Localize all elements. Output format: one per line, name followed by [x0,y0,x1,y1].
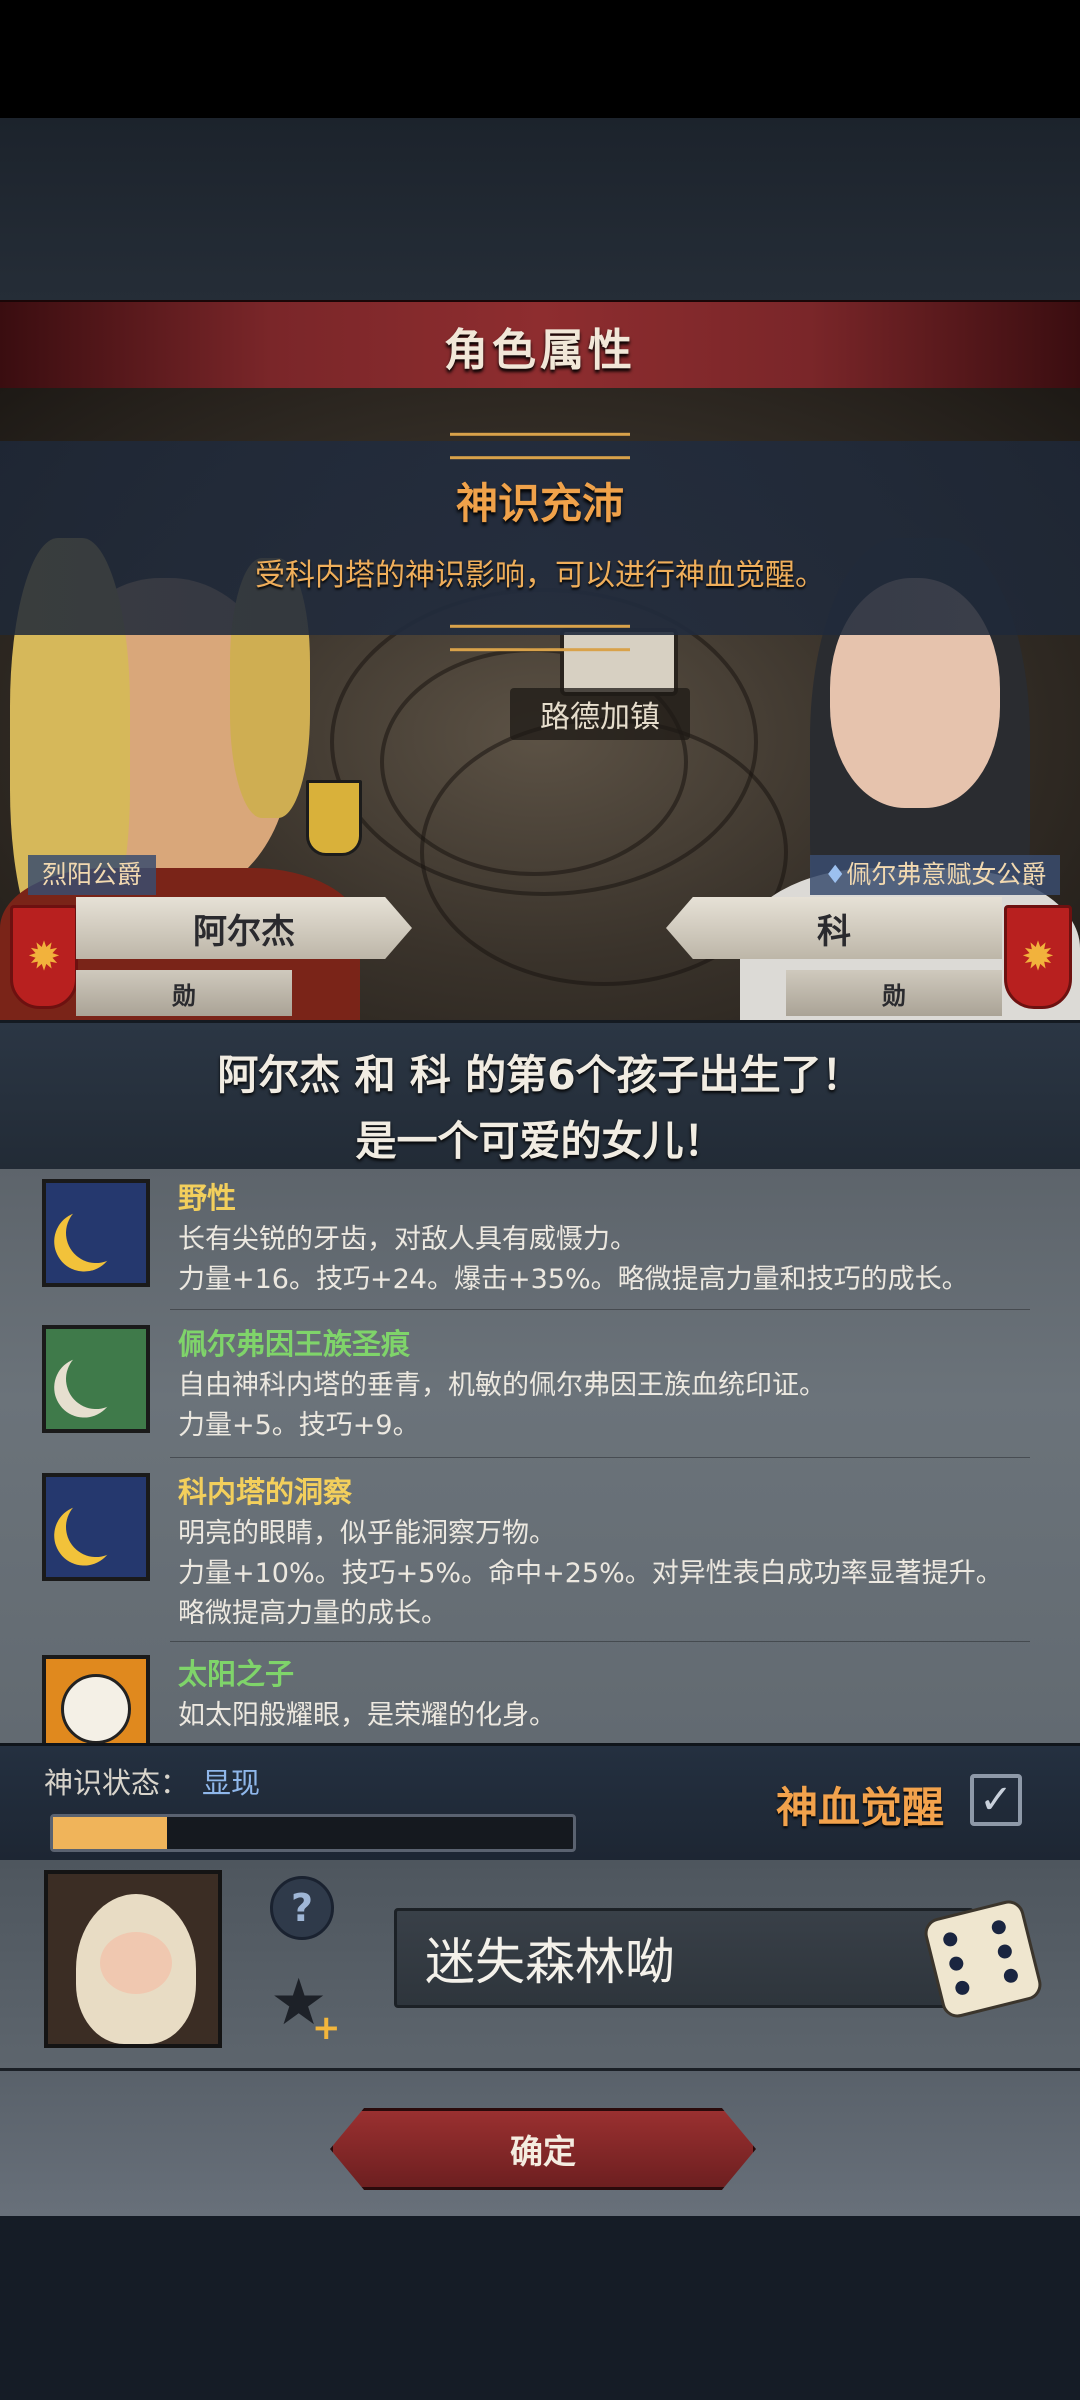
announce-line-2: 是一个可爱的女儿！ [355,1117,725,1165]
trait-description: 长有尖锐的牙齿，对敌人具有威慑力。 [178,1224,637,1255]
mother-rank: 勋 [882,981,906,1010]
trait-item[interactable]: 科内塔的洞察 明亮的眼睛，似乎能洞察万物。 力量+10%。技巧+5%。命中+25… [0,1463,1080,1645]
divine-progress-bar [50,1814,576,1852]
father-rank: 勋 [172,981,196,1010]
crescent-moon-icon [42,1473,150,1581]
trait-item[interactable]: 太阳之子 如太阳般耀眼，是荣耀的化身。 [0,1645,1080,1743]
father-name: 阿尔杰 [193,911,295,952]
sun-face-icon [42,1655,150,1743]
town-label: 路德加镇 [510,688,690,740]
crown-icon: ♦ [824,860,847,889]
ornament-bottom-icon [450,624,630,652]
trait-name: 科内塔的洞察 [178,1475,353,1509]
announce-line-1: 阿尔杰 和 科 的第6个孩子出生了！ [217,1051,863,1099]
divider [170,1457,1030,1458]
divider [170,1309,1030,1310]
father-name-plate[interactable]: 阿尔杰 [76,897,412,959]
awaken-label: 神血觉醒 [776,1783,945,1832]
confirm-button[interactable]: 确定 [330,2108,756,2190]
father-shield-icon: ✹ [10,905,78,1009]
trait-effect: 力量+16。技巧+24。爆击+35%。略微提高力量和技巧的成长。 [178,1264,969,1295]
trait-name: 太阳之子 [178,1657,295,1691]
trait-item[interactable]: 野性 长有尖锐的牙齿，对敌人具有威慑力。 力量+16。技巧+24。爆击+35%。… [0,1169,1080,1317]
trait-item[interactable]: 佩尔弗因王族圣痕 自由神科内塔的垂青，机敏的佩尔弗因王族血统印证。 力量+5。技… [0,1315,1080,1463]
mother-name-plate[interactable]: 科 [666,897,1002,959]
trait-name: 野性 [178,1181,237,1215]
plus-icon: + [312,2008,341,2048]
status-label: 神识状态： [44,1766,190,1800]
mother-title: ♦佩尔弗意赋女公爵 [810,855,1061,895]
trait-effect: 力量+10%。技巧+5%。命中+25%。对异性表白成功率显著提升。 [178,1558,1003,1589]
confirm-label: 确定 [510,2132,576,2171]
trait-description: 明亮的眼睛，似乎能洞察万物。 [178,1518,556,1549]
footer-blank [0,2216,1080,2400]
father-subplate: 勋 [76,970,292,1016]
awaken-checkbox[interactable]: ✓ [970,1774,1022,1826]
silver-crescent-icon [42,1325,150,1433]
mother-title-text: 佩尔弗意赋女公爵 [846,860,1047,889]
mother-subplate: 勋 [786,970,1002,1016]
check-icon: ✓ [979,1777,1013,1823]
child-name: 迷失森林呦 [425,1933,675,1991]
banner-text: 受科内塔的神识影响，可以进行神血觉醒。 [255,558,825,593]
baby-portrait [44,1870,222,2048]
trait-description: 如太阳般耀眼，是荣耀的化身。 [178,1700,556,1731]
top-blank [0,0,1080,118]
child-name-input[interactable]: 迷失森林呦 [394,1908,974,2008]
trait-name: 佩尔弗因王族圣痕 [178,1327,411,1361]
birth-announcement: 阿尔杰 和 科 的第6个孩子出生了！ 是一个可爱的女儿！ [0,1020,1080,1172]
crescent-moon-icon [42,1179,150,1287]
help-icon[interactable]: ? [270,1876,334,1940]
house-crest-icon [306,780,362,856]
ornament-top-icon [450,432,630,460]
progress-fill [53,1817,168,1849]
banner-title: 神识充沛 [455,479,624,528]
title-bar: 角色属性 [0,300,1080,392]
mother-shield-icon: ✹ [1004,905,1072,1009]
mother-name: 科 [817,911,851,952]
status-value: 显现 [202,1766,261,1800]
trait-description: 自由神科内塔的垂青，机敏的佩尔弗因王族血统印证。 [178,1370,826,1401]
trait-effect: 略微提高力量的成长。 [178,1598,448,1629]
top-panel [0,118,1080,300]
trait-effect: 力量+5。技巧+9。 [178,1410,420,1441]
child-row: ? ★ + 迷失森林呦 [0,1860,1080,2071]
trait-list[interactable]: 野性 长有尖锐的牙齿，对敌人具有威慑力。 力量+16。技巧+24。爆击+35%。… [0,1169,1080,1743]
father-title: 烈阳公爵 [28,855,157,895]
page-title: 角色属性 [444,325,636,376]
divider [170,1641,1030,1642]
divine-status-bar: 神识状态： 显现 神血觉醒 ✓ [0,1743,1080,1863]
